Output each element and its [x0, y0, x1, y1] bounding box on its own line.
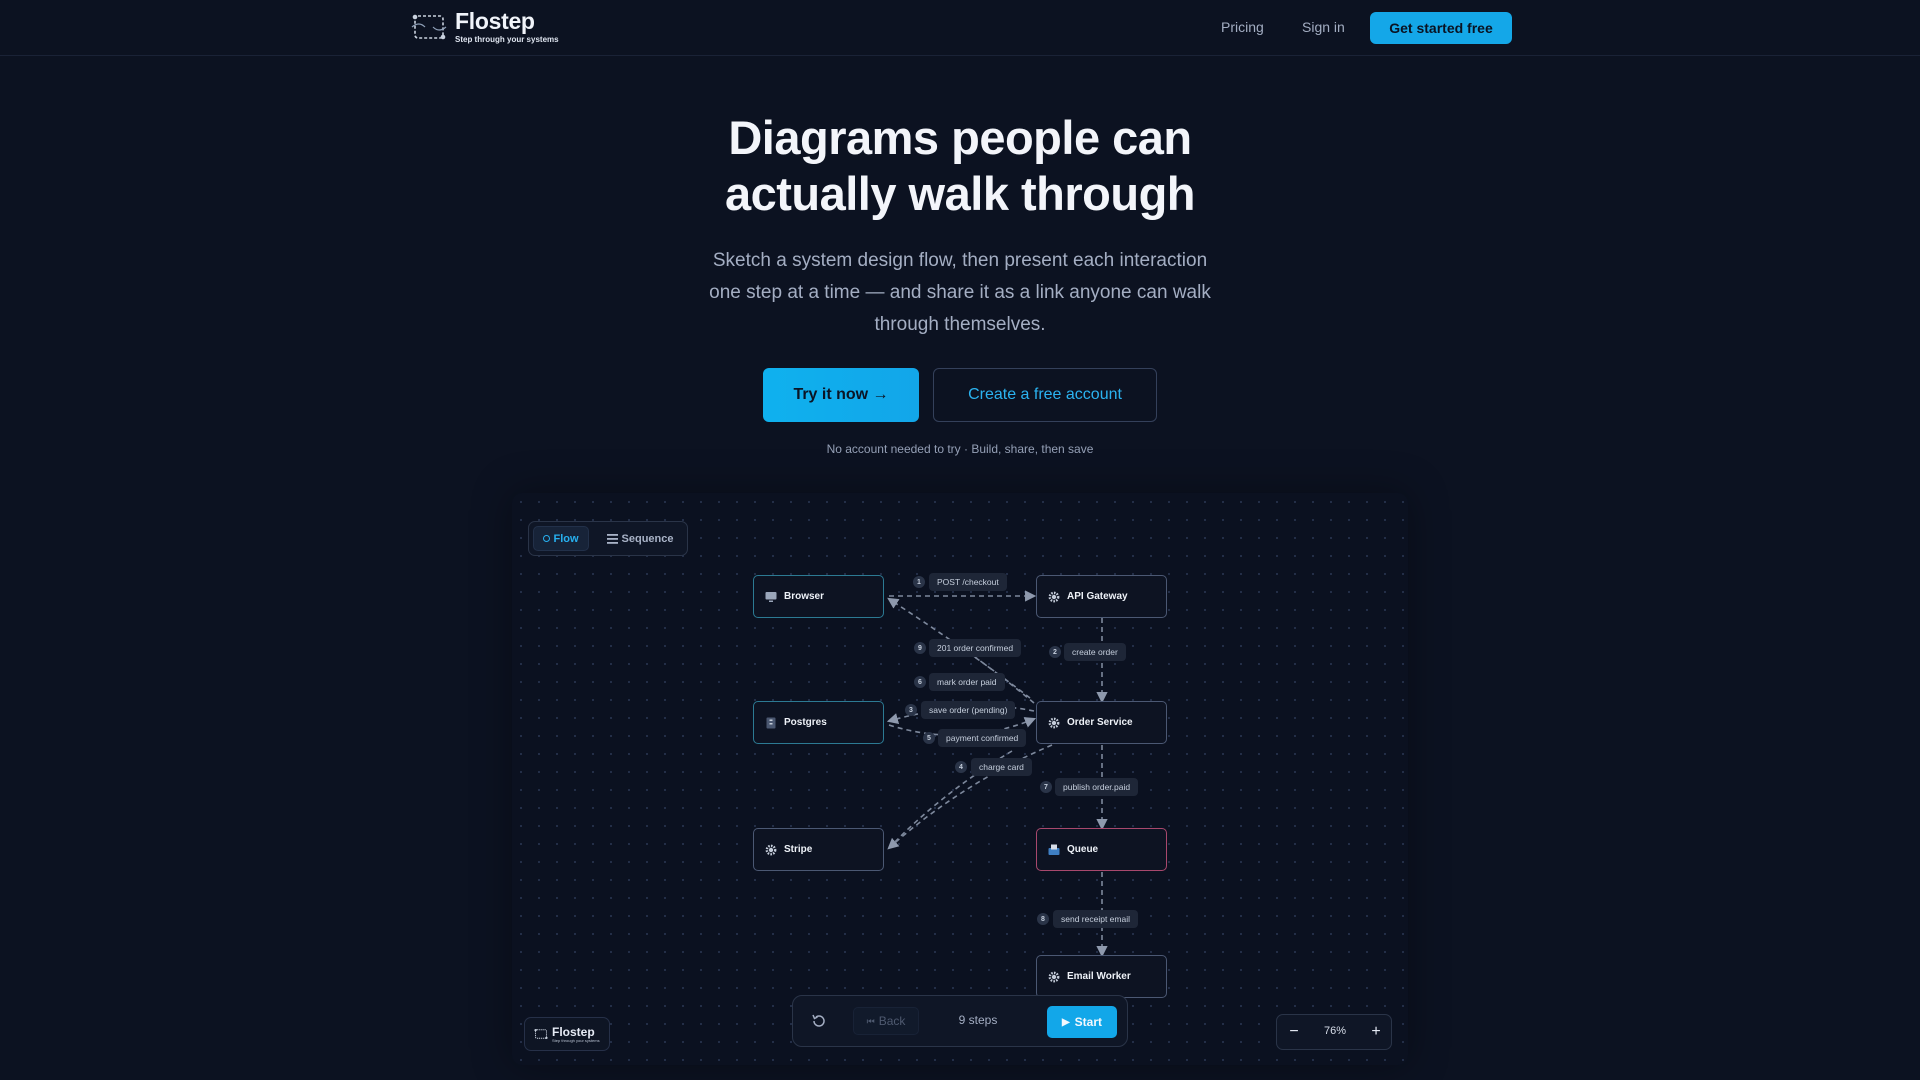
node-order-service[interactable]: Order Service: [1036, 701, 1167, 744]
gear-icon: [1048, 717, 1060, 728]
step-count: 9 steps: [958, 1013, 998, 1027]
gear-icon: [1048, 971, 1060, 982]
zoom-in-button[interactable]: +: [1365, 1021, 1387, 1043]
edge-label[interactable]: create order: [1064, 643, 1126, 661]
diagram-canvas[interactable]: Flow Sequence Browser API Gateway Postgr…: [512, 493, 1408, 1065]
reset-icon[interactable]: [809, 1011, 829, 1031]
hero-note: No account needed to try · Build, share,…: [826, 442, 1094, 456]
mini-brand-tagline: Step through your systems: [552, 1037, 600, 1043]
mode-toggle: Flow Sequence: [528, 521, 688, 556]
edge-step-number: 9: [914, 642, 926, 654]
node-email-worker[interactable]: Email Worker: [1036, 955, 1167, 998]
hero-title-line-1: Diagrams people can: [728, 111, 1192, 164]
edge-label[interactable]: send receipt email: [1053, 910, 1138, 928]
edge-step-number: 7: [1040, 781, 1052, 793]
mini-brand-badge[interactable]: Flostep Step through your systems: [524, 1017, 610, 1051]
edge-label[interactable]: publish order.paid: [1055, 778, 1139, 796]
create-account-button[interactable]: Create a free account: [933, 368, 1157, 422]
node-browser[interactable]: Browser: [753, 575, 884, 618]
hero-title: Diagrams people can actually walk throug…: [560, 110, 1360, 222]
node-queue-label: Queue: [1067, 844, 1099, 855]
node-api-gateway[interactable]: API Gateway: [1036, 575, 1167, 618]
edge-step-number: 8: [1037, 913, 1049, 925]
start-button-label: Start: [1074, 1015, 1103, 1029]
flostep-logo-icon: [534, 1028, 548, 1040]
brand-logo[interactable]: Flostep Step through your systems: [409, 9, 559, 45]
edge-label[interactable]: charge card: [971, 758, 1032, 776]
hero-subtitle-line-1: Sketch a system design flow, then presen…: [712, 250, 1208, 271]
gear-icon: [765, 844, 777, 855]
edge-step-number: 2: [1049, 646, 1061, 658]
edge-label[interactable]: save order (pending): [921, 701, 1016, 719]
back-button-label: Back: [878, 1014, 906, 1028]
edge-label[interactable]: mark order paid: [929, 673, 1005, 691]
database-icon: [766, 717, 776, 728]
edge-step-number: 3: [905, 704, 917, 716]
get-started-button[interactable]: Get started free: [1370, 12, 1512, 44]
hero-title-line-2: actually walk through: [724, 167, 1196, 220]
sequence-list-icon: [606, 533, 618, 544]
mini-brand-name: Flostep: [552, 1024, 595, 1039]
node-postgres-label: Postgres: [784, 717, 827, 728]
play-icon: ▶: [1061, 1016, 1070, 1028]
node-queue[interactable]: Queue: [1036, 828, 1167, 871]
hero-subtitle: Sketch a system design flow, then presen…: [660, 245, 1260, 341]
node-api-gateway-label: API Gateway: [1067, 591, 1128, 602]
mode-flow-label: Flow: [553, 532, 579, 545]
mode-sequence-label: Sequence: [621, 532, 674, 545]
hero-subtitle-line-2: one step at a time — and share it as a l…: [709, 282, 1211, 303]
monitor-icon: [765, 591, 777, 602]
edge-label[interactable]: POST /checkout: [929, 573, 1007, 591]
inbox-tray-icon: [1048, 844, 1060, 855]
zoom-level: 76%: [1323, 1025, 1347, 1037]
try-it-now-button[interactable]: Try it now →: [763, 368, 919, 422]
zoom-out-button[interactable]: −: [1283, 1021, 1305, 1043]
nav-pricing-link[interactable]: Pricing: [1221, 19, 1264, 35]
gear-icon: [1048, 591, 1060, 602]
node-stripe[interactable]: Stripe: [753, 828, 884, 871]
node-stripe-label: Stripe: [784, 844, 813, 855]
mode-sequence-tab[interactable]: Sequence: [597, 526, 683, 551]
brand-tagline: Step through your systems: [455, 35, 559, 44]
playback-controls: ⏮ Back 9 steps ▶ Start: [792, 995, 1128, 1047]
flostep-logo-icon: [411, 14, 447, 40]
node-postgres[interactable]: Postgres: [753, 701, 884, 744]
edge-step-number: 5: [923, 732, 935, 744]
mode-flow-tab[interactable]: Flow: [533, 526, 589, 551]
hero-subtitle-line-3: through themselves.: [874, 314, 1046, 335]
flow-mode-icon: [543, 535, 551, 542]
brand-name: Flostep: [455, 8, 535, 34]
node-email-worker-label: Email Worker: [1067, 971, 1131, 982]
edge-step-number: 4: [955, 761, 967, 773]
node-browser-label: Browser: [784, 591, 825, 602]
zoom-controls: − 76% +: [1276, 1014, 1392, 1050]
node-order-service-label: Order Service: [1067, 717, 1133, 728]
back-button[interactable]: ⏮ Back: [853, 1007, 919, 1035]
edge-step-number: 6: [914, 676, 926, 688]
skip-back-icon: ⏮: [866, 1015, 875, 1026]
nav-sign-in-link[interactable]: Sign in: [1302, 19, 1345, 35]
edge-label[interactable]: payment confirmed: [938, 729, 1027, 747]
edge-label[interactable]: 201 order confirmed: [929, 639, 1022, 657]
edge-step-number: 1: [913, 576, 925, 588]
start-button[interactable]: ▶ Start: [1047, 1006, 1117, 1038]
top-nav: Flostep Step through your systems Pricin…: [0, 0, 1920, 56]
